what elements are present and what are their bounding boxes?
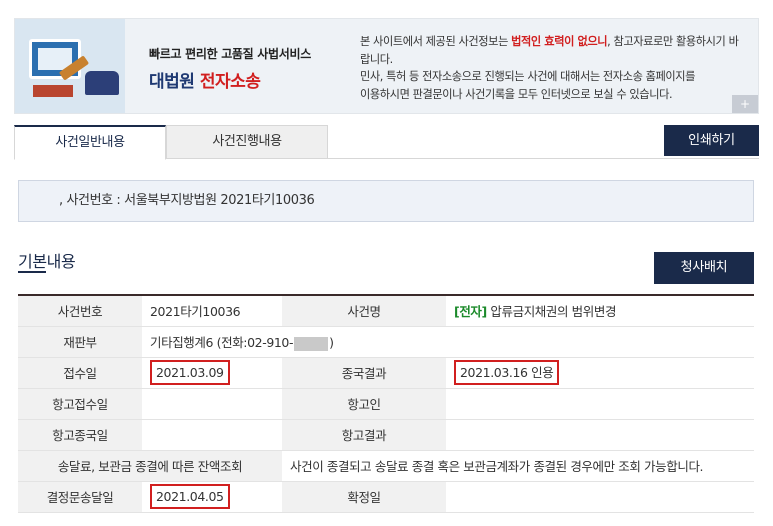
table-row: 송달료, 보관금 종결에 따른 잔액조회 사건이 종결되고 송달료 종결 혹은 …	[18, 450, 754, 482]
table-row: 항고접수일 항고인	[18, 388, 754, 420]
decision-sent-label: 결정문송달일	[18, 481, 142, 513]
table-row: 사건번호 2021타기10036 사건명 [전자] 압류금지채권의 범위변경	[18, 295, 754, 327]
brand-main: 대법원	[149, 72, 195, 92]
received-value: 2021.03.09	[142, 357, 282, 389]
appeal-final-value	[142, 419, 282, 451]
case-name-text: 압류금지채권의 범위변경	[486, 304, 617, 320]
court-dept-close: )	[329, 335, 334, 350]
table-row: 항고종국일 항고결과	[18, 419, 754, 451]
case-info-table: 사건번호 2021타기10036 사건명 [전자] 압류금지채권의 범위변경 재…	[18, 294, 754, 513]
notice-line4: 이용하시면 판결문이나 사건기록을 모두 인터넷으로 보실 수 있습니다.	[360, 87, 673, 101]
confirmed-value	[446, 481, 754, 513]
appellant-value	[446, 388, 754, 420]
case-no-label: 사건번호	[18, 295, 142, 327]
banner-notice: 본 사이트에서 제공된 사건정보는 법적인 효력이 없으니, 참고자료로만 활용…	[360, 33, 745, 103]
confirmed-label: 확정일	[282, 481, 446, 513]
tab-bar: 사건일반내용 사건진행내용 인쇄하기	[14, 125, 759, 160]
case-name-label: 사건명	[282, 295, 446, 327]
notice-pre: 본 사이트에서 제공된 사건정보는	[360, 35, 512, 48]
court-dept-text: 기타집행계6 (전화:02-910-	[150, 335, 294, 350]
banner-title: 빠르고 편리한 고품질 사법서비스 대법원 전자소송	[149, 45, 311, 92]
court-illustration-icon	[15, 19, 125, 113]
appeal-received-value	[142, 388, 282, 420]
notice-warning: 법적인 효력이 없으니	[511, 35, 608, 48]
appellant-label: 항고인	[282, 388, 446, 420]
section-title: 기본내용	[18, 252, 76, 271]
balance-inquiry-note: 사건이 종결되고 송달료 종결 혹은 보관금계좌가 종결된 경우에만 조회 가능…	[282, 450, 754, 482]
table-row: 결정문송달일 2021.04.05 확정일	[18, 481, 754, 513]
notice-line3: 민사, 특허 등 전자소송으로 진행되는 사건에 대해서는 전자소송 홈페이지를	[360, 70, 696, 83]
plus-icon[interactable]: +	[732, 95, 758, 113]
case-number-box: , 사건번호 : 서울북부지방법원 2021타기10036	[18, 180, 754, 222]
final-result-value: 2021.03.16 인용	[446, 357, 754, 389]
appeal-received-label: 항고접수일	[18, 388, 142, 420]
table-row: 재판부 기타집행계6 (전화:02-910-)	[18, 326, 754, 358]
brand-accent: 전자소송	[199, 72, 261, 92]
case-no-value: 2021타기10036	[142, 295, 282, 327]
court-dept-value: 기타집행계6 (전화:02-910-)	[142, 326, 754, 358]
court-dept-label: 재판부	[18, 326, 142, 358]
print-button[interactable]: 인쇄하기	[664, 125, 759, 156]
tab-case-progress[interactable]: 사건진행내용	[166, 125, 328, 159]
banner-subtitle: 빠르고 편리한 고품질 사법서비스	[149, 47, 311, 61]
section-underline	[18, 271, 46, 273]
appeal-result-value	[446, 419, 754, 451]
final-result-label: 종국결과	[282, 357, 446, 389]
electronic-tag: [전자]	[454, 304, 487, 320]
appeal-result-label: 항고결과	[282, 419, 446, 451]
banner-brand: 대법원 전자소송	[149, 67, 311, 92]
case-name-value: [전자] 압류금지채권의 범위변경	[446, 295, 754, 327]
balance-inquiry-label: 송달료, 보관금 종결에 따른 잔액조회	[18, 450, 282, 482]
court-layout-button[interactable]: 청사배치	[654, 252, 754, 284]
received-date-highlight: 2021.03.09	[150, 360, 230, 385]
decision-sent-highlight: 2021.04.05	[150, 484, 230, 509]
appeal-final-label: 항고종국일	[18, 419, 142, 451]
received-label: 접수일	[18, 357, 142, 389]
redacted-mask	[294, 336, 329, 351]
decision-sent-value: 2021.04.05	[142, 481, 282, 513]
final-result-highlight: 2021.03.16 인용	[454, 360, 560, 385]
table-row: 접수일 2021.03.09 종국결과 2021.03.16 인용	[18, 357, 754, 389]
tab-case-general[interactable]: 사건일반내용	[14, 125, 166, 160]
info-banner: 빠르고 편리한 고품질 사법서비스 대법원 전자소송 본 사이트에서 제공된 사…	[14, 18, 759, 114]
